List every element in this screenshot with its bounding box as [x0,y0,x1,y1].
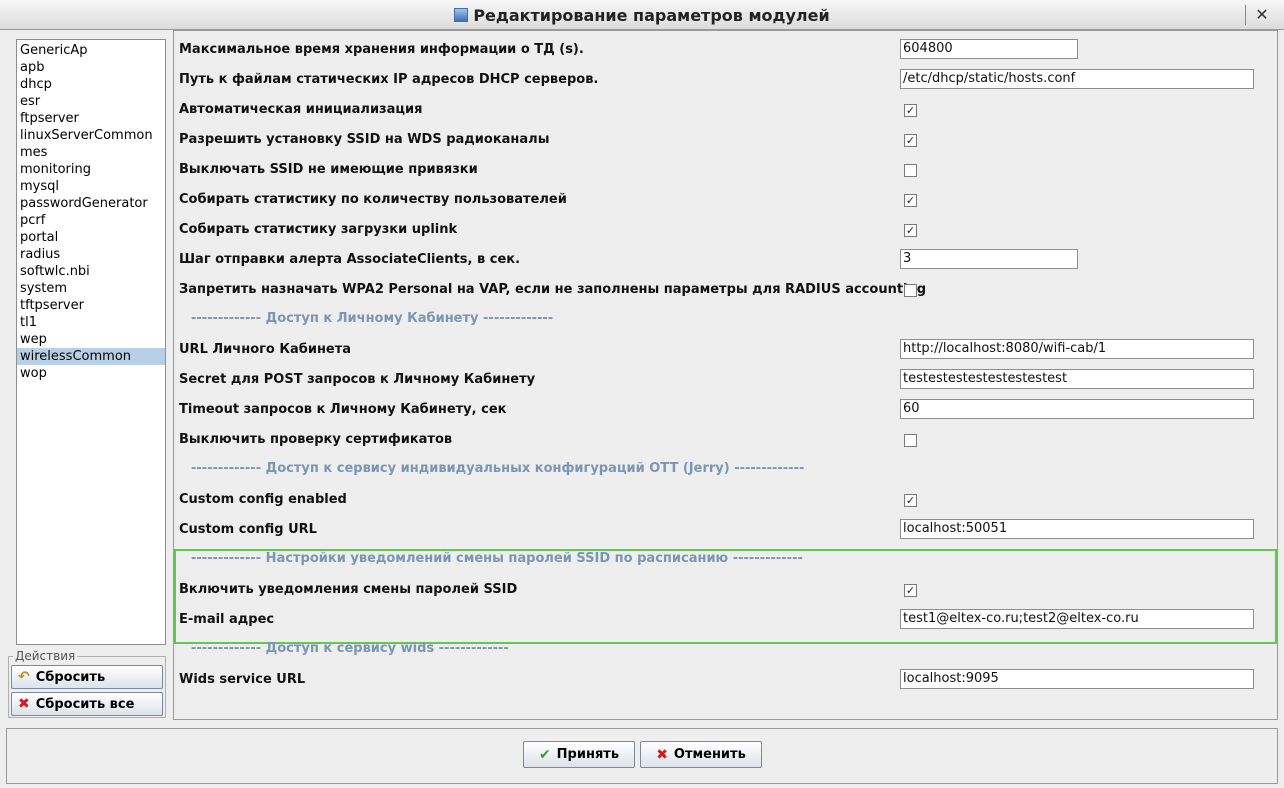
module-item-softwlc-nbi[interactable]: softwlc.nbi [17,263,165,280]
alert-step-label: Шаг отправки алерта AssociateClients, в … [179,252,521,267]
email-input[interactable]: test1@eltex-co.ru;test2@eltex-co.ru [900,609,1254,629]
dhcp-path-input[interactable]: /etc/dhcp/static/hosts.conf [900,69,1254,89]
module-item-linuxservercommon[interactable]: linuxServerCommon [17,127,165,144]
wids-url-input[interactable]: localhost:9095 [900,669,1254,689]
module-list[interactable]: GenericAp apb dhcp esr ftpserver linuxServerC… [16,39,166,645]
module-item-monitoring[interactable]: monitoring [17,161,165,178]
module-item-mysql[interactable]: mysql [17,178,165,195]
cabinet-secret-label: Secret для POST запросов к Личному Кабин… [179,372,536,387]
module-item-portal[interactable]: portal [17,229,165,246]
collect-uplink-label: Собирать статистику загрузки uplink [179,222,458,237]
module-item-wirelesscommon[interactable]: wirelessCommon [17,348,165,365]
collect-users-checkbox[interactable]: ✓ [904,194,917,207]
cabinet-url-input[interactable]: http://localhost:8080/wifi-cab/1 [900,339,1254,359]
undo-icon: ↶ [18,669,30,685]
module-item-mes[interactable]: mes [17,144,165,161]
module-item-tl1[interactable]: tl1 [17,314,165,331]
alert-step-input[interactable]: 3 [900,249,1078,269]
cancel-button-label: Отменить [673,747,746,762]
cabinet-timeout-input[interactable]: 60 [900,399,1254,419]
disable-cert-checkbox[interactable] [904,434,917,447]
disable-ssid-label: Выключать SSID не имеющие привязки [179,162,478,177]
auto-init-checkbox[interactable]: ✓ [904,104,917,117]
cabinet-secret-input[interactable]: testestestestestestestest [900,369,1254,389]
custom-config-url-label: Custom config URL [179,522,317,537]
allow-ssid-wds-checkbox[interactable]: ✓ [904,134,917,147]
wids-url-label: Wids service URL [179,672,306,687]
accept-button[interactable]: ✔ Принять [523,741,635,768]
ssid-notify-section-separator: ------------- Настройки уведомлений смен… [191,551,803,566]
reset-all-button-label: Сбросить все [35,696,135,712]
forbid-wpa2-label: Запретить назначать WPA2 Personal на VAP… [179,282,927,297]
cabinet-url-label: URL Личного Кабинета [179,342,352,357]
close-icon[interactable]: ✕ [1245,5,1272,25]
module-item-genericap[interactable]: GenericAp [17,42,165,59]
disable-ssid-checkbox[interactable] [904,164,917,177]
collect-users-label: Собирать статистику по количеству пользо… [179,192,567,207]
parameters-panel: Максимальное время хранения информации о… [173,30,1278,720]
module-item-system[interactable]: system [17,280,165,297]
custom-config-enabled-label: Custom config enabled [179,492,347,507]
reset-button[interactable]: ↶ Сбросить [11,665,163,689]
module-item-esr[interactable]: esr [17,93,165,110]
dhcp-path-label: Путь к файлам статических IP адресов DHC… [179,72,599,87]
cancel-button[interactable]: ✖ Отменить [640,741,762,768]
accept-button-label: Принять [556,747,620,762]
dialog-button-panel: ✔ Принять ✖ Отменить [6,728,1278,784]
title-bar: Редактирование параметров модулей ✕ [0,0,1284,30]
max-storage-input[interactable]: 604800 [900,39,1078,59]
cabinet-timeout-label: Timeout запросов к Личному Кабинету, сек [179,402,507,417]
ott-section-separator: ------------- Доступ к сервису индивидуа… [191,461,805,476]
auto-init-label: Автоматическая инициализация [179,102,423,117]
cancel-icon: ✖ [656,746,668,763]
delete-icon: ✖ [18,696,30,712]
cabinet-section-separator: ------------- Доступ к Личному Кабинету … [191,311,554,326]
allow-ssid-wds-label: Разрешить установку SSID на WDS радиокан… [179,132,550,147]
reset-all-button[interactable]: ✖ Сбросить все [11,692,163,716]
collect-uplink-checkbox[interactable]: ✓ [904,224,917,237]
email-label: E-mail адрес [179,612,275,627]
module-item-apb[interactable]: apb [17,59,165,76]
window-icon [454,8,469,22]
actions-legend: Действия [13,649,78,663]
module-item-wop[interactable]: wop [17,365,165,382]
check-icon: ✔ [538,746,551,763]
custom-config-enabled-checkbox[interactable]: ✓ [904,494,917,507]
disable-cert-label: Выключить проверку сертификатов [179,432,453,447]
ssid-notify-label: Включить уведомления смены паролей SSID [179,582,518,597]
module-item-passwordgenerator[interactable]: passwordGenerator [17,195,165,212]
wids-section-separator: ------------- Доступ к сервису wids ----… [191,641,509,656]
module-item-dhcp[interactable]: dhcp [17,76,165,93]
reset-button-label: Сбросить [35,669,106,685]
module-item-wep[interactable]: wep [17,331,165,348]
module-item-tftpserver[interactable]: tftpserver [17,297,165,314]
actions-group: Действия ↶ Сбросить ✖ Сбросить все [8,649,166,718]
custom-config-url-input[interactable]: localhost:50051 [900,519,1254,539]
max-storage-label: Максимальное время хранения информации о… [179,42,584,57]
module-item-radius[interactable]: radius [17,246,165,263]
forbid-wpa2-checkbox[interactable] [904,284,917,297]
module-item-ftpserver[interactable]: ftpserver [17,110,165,127]
ssid-notify-checkbox[interactable]: ✓ [904,584,917,597]
window-title: Редактирование параметров модулей [473,5,830,25]
module-item-pcrf[interactable]: pcrf [17,212,165,229]
